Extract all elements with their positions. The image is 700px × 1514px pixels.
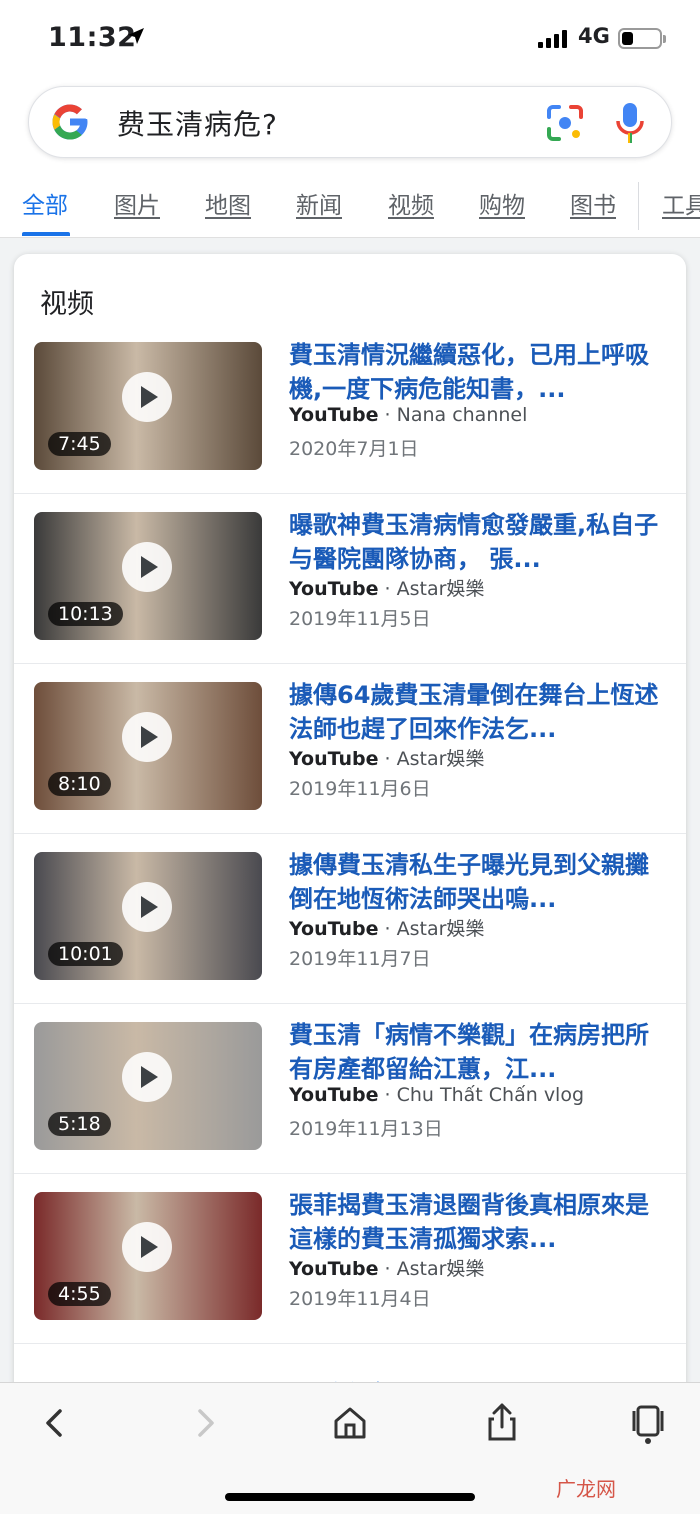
video-result[interactable]: 10:13 曝歌神費玉清病情愈發嚴重,私自子与醫院團隊协商， 張... YouT… (14, 494, 686, 664)
clock: 11:32 (48, 22, 137, 53)
video-source: YouTube · Astar娛樂 (289, 918, 485, 940)
video-date: 2019年11月13日 (289, 1118, 443, 1140)
video-result[interactable]: 4:55 張菲揭費玉清退圈背後真相原來是這樣的費玉清孤獨求索... YouTub… (14, 1174, 686, 1344)
video-duration: 7:45 (48, 432, 111, 456)
video-date: 2019年11月7日 (289, 948, 431, 970)
video-title[interactable]: 據傳費玉清私生子曝光見到父親攤倒在地恆術法師哭出嗚... (289, 848, 665, 916)
tab-shopping[interactable]: 购物 (479, 186, 525, 220)
play-icon (122, 882, 172, 932)
video-title[interactable]: 費玉清「病情不樂觀」在病房把所有房產都留給江蕙，江... (289, 1018, 665, 1086)
watermark: 广龙网 (556, 1477, 616, 1501)
video-date: 2019年11月6日 (289, 778, 431, 800)
search-tabs: 全部 图片 地图 新闻 视频 购物 图书 工具 (0, 178, 700, 238)
google-g-logo (52, 104, 88, 140)
tab-tools[interactable]: 工具 (662, 186, 700, 220)
video-results-card: 视频 7:45 費玉清情況繼續惡化，已用上呼吸機,一度下病危能知書，... Yo… (14, 254, 686, 1454)
video-source: YouTube · Nana channel (289, 404, 528, 426)
play-icon (122, 1222, 172, 1272)
browser-toolbar: 广龙网 (0, 1382, 700, 1514)
search-query[interactable]: 费玉清病危? (117, 103, 278, 143)
video-duration: 10:13 (48, 602, 123, 626)
section-title: 视频 (40, 289, 94, 320)
video-duration: 10:01 (48, 942, 123, 966)
location-arrow-icon (128, 28, 144, 44)
video-source: YouTube · Astar娛樂 (289, 578, 485, 600)
back-icon[interactable] (34, 1401, 78, 1445)
tab-all[interactable]: 全部 (22, 186, 68, 220)
active-tab-indicator (22, 232, 70, 236)
video-thumbnail[interactable]: 4:55 (34, 1192, 262, 1320)
video-date: 2020年7月1日 (289, 438, 419, 460)
tab-videos[interactable]: 视频 (388, 186, 434, 220)
search-header: 费玉清病危? 全部 图片 地图 新闻 视频 购物 图书 工具 (0, 78, 700, 238)
video-thumbnail[interactable]: 10:13 (34, 512, 262, 640)
video-source: YouTube · Astar娛樂 (289, 1258, 485, 1280)
tab-images[interactable]: 图片 (114, 186, 160, 220)
tab-divider (638, 182, 639, 230)
video-result[interactable]: 10:01 據傳費玉清私生子曝光見到父親攤倒在地恆術法師哭出嗚... YouTu… (14, 834, 686, 1004)
video-title[interactable]: 據傳64歲費玉清暈倒在舞台上恆述法師也趕了回來作法乞... (289, 678, 665, 746)
share-icon[interactable] (480, 1401, 524, 1445)
status-bar: 11:32 4G (0, 0, 700, 78)
play-icon (122, 542, 172, 592)
cellular-signal-icon (538, 30, 567, 48)
video-duration: 5:18 (48, 1112, 111, 1136)
tabs-icon[interactable] (626, 1401, 670, 1445)
page: 11:32 4G 费玉清病危? 全部 图片 地图 新闻 视频 购物 图书 工具 … (0, 0, 700, 1514)
tab-news[interactable]: 新闻 (296, 186, 342, 220)
video-result[interactable]: 5:18 費玉清「病情不樂觀」在病房把所有房產都留給江蕙，江... YouTub… (14, 1004, 686, 1174)
microphone-icon[interactable] (615, 101, 645, 145)
video-thumbnail[interactable]: 5:18 (34, 1022, 262, 1150)
video-thumbnail[interactable]: 8:10 (34, 682, 262, 810)
video-result[interactable]: 8:10 據傳64歲費玉清暈倒在舞台上恆述法師也趕了回來作法乞... YouTu… (14, 664, 686, 834)
forward-icon (198, 1409, 214, 1437)
video-thumbnail[interactable]: 7:45 (34, 342, 262, 470)
video-date: 2019年11月5日 (289, 608, 431, 630)
network-type: 4G (578, 24, 610, 48)
video-duration: 8:10 (48, 772, 111, 796)
video-source: YouTube · Chu Thất Chấn vlog (289, 1084, 585, 1106)
home-icon[interactable] (328, 1401, 372, 1445)
search-box[interactable]: 费玉清病危? (28, 86, 672, 158)
video-thumbnail[interactable]: 10:01 (34, 852, 262, 980)
video-duration: 4:55 (48, 1282, 111, 1306)
home-indicator (225, 1493, 475, 1501)
tab-books[interactable]: 图书 (570, 186, 616, 220)
video-date: 2019年11月4日 (289, 1288, 431, 1310)
google-lens-icon[interactable] (545, 103, 585, 143)
video-title[interactable]: 曝歌神費玉清病情愈發嚴重,私自子与醫院團隊协商， 張... (289, 508, 665, 576)
play-icon (122, 1052, 172, 1102)
video-result[interactable]: 7:45 費玉清情況繼續惡化，已用上呼吸機,一度下病危能知書，... YouTu… (14, 324, 686, 494)
play-icon (122, 372, 172, 422)
video-title[interactable]: 張菲揭費玉清退圈背後真相原來是這樣的費玉清孤獨求索... (289, 1188, 665, 1256)
video-title[interactable]: 費玉清情況繼續惡化，已用上呼吸機,一度下病危能知書，... (289, 338, 665, 406)
play-icon (122, 712, 172, 762)
video-source: YouTube · Astar娛樂 (289, 748, 485, 770)
battery-icon (618, 28, 666, 49)
tab-maps[interactable]: 地图 (205, 186, 251, 220)
